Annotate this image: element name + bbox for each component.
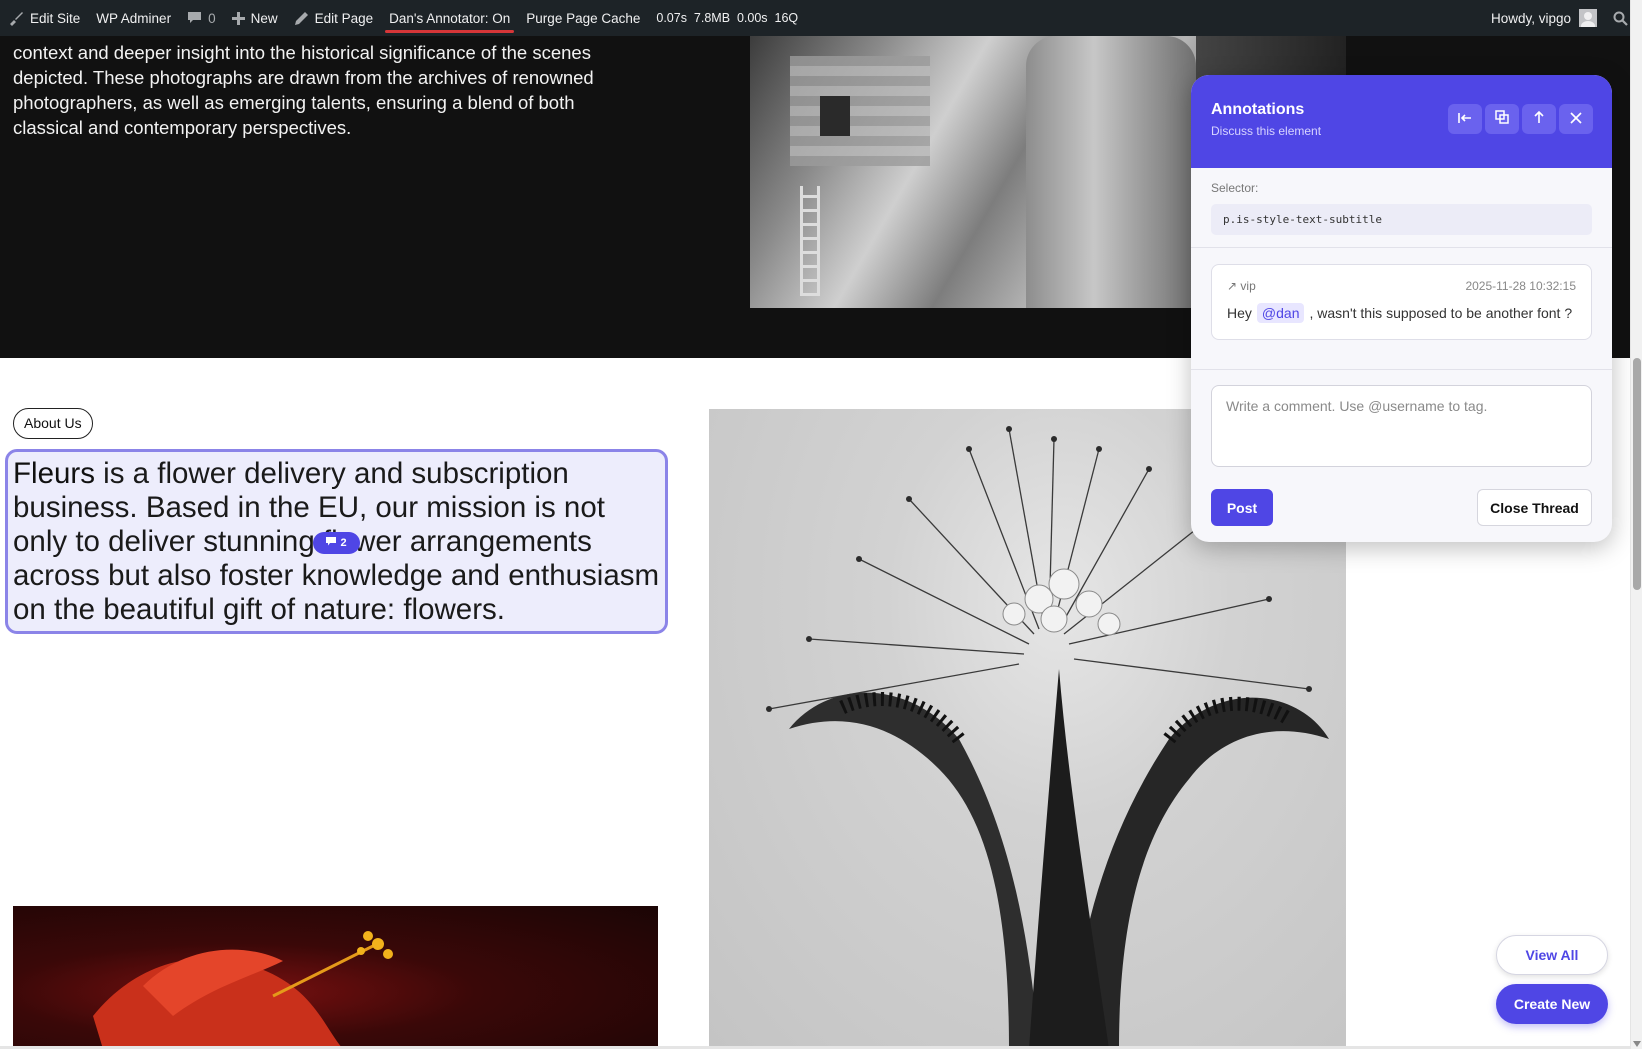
wp-adminer-label: WP Adminer [96,10,172,26]
about-us-pill: About Us [13,408,93,439]
comment-body: Hey @dan , wasn't this supposed to be an… [1227,303,1572,323]
divider [1191,369,1612,370]
divider [1191,247,1612,248]
scroll-down-arrow-icon[interactable] [1633,1041,1641,1047]
comments-count: 0 [208,10,216,26]
external-link-icon: ↗ [1227,279,1238,293]
pencil-icon [294,11,309,26]
page-scrollbar[interactable] [1630,0,1642,1049]
annotator-label: Dan's Annotator: On [389,10,511,26]
user-mention[interactable]: @dan [1256,303,1305,323]
annotations-panel: Annotations Discuss this element Selecto… [1191,75,1612,542]
wp-adminer-link[interactable]: WP Adminer [88,0,179,36]
selector-value[interactable]: p.is-style-text-subtitle [1211,204,1592,235]
copy-icon [1495,110,1509,128]
account-menu[interactable]: Howdy, vipgo [1483,0,1605,36]
view-all-button[interactable]: View All [1496,935,1608,975]
selector-label: Selector: [1211,181,1259,195]
comment-count: 2 [340,537,347,549]
howdy-label: Howdy, vipgo [1490,10,1571,26]
brand-name: Fleurs [13,457,95,490]
new-label: New [250,10,278,26]
comment-author-name: vip [1240,279,1256,293]
comment-bubble-icon [187,11,202,25]
comment-count-badge[interactable]: 2 [313,532,360,554]
new-content-link[interactable]: New [224,0,286,36]
close-thread-button[interactable]: Close Thread [1477,489,1592,526]
copy-selector-button[interactable] [1485,104,1519,134]
purge-cache-link[interactable]: Purge Page Cache [518,0,648,36]
edit-site-label: Edit Site [30,10,81,26]
admin-bar: Edit Site WP Adminer 0 New Edit Page Dan… [0,0,1642,36]
edit-page-link[interactable]: Edit Page [286,0,382,36]
query-stats[interactable]: 0.07s 7.8MB 0.00s 16Q [648,0,806,36]
comment-timestamp: 2025-11-28 10:32:15 [1465,279,1576,293]
hibiscus-photo [13,906,658,1049]
intro-paragraph: context and deeper insight into the hist… [13,42,594,138]
create-new-button[interactable]: Create New [1496,984,1608,1024]
arrow-up-icon [1533,110,1545,128]
comment-card: ↗ vip 2025-11-28 10:32:15 Hey @dan , was… [1211,264,1592,340]
edit-page-label: Edit Page [314,10,374,26]
comment-text-end: , wasn't this supposed to be another fon… [1309,305,1573,321]
annotator-toggle[interactable]: Dan's Annotator: On [381,0,518,36]
comment-text-start: Hey [1227,305,1252,321]
avatar [1579,9,1597,27]
purge-cache-label: Purge Page Cache [526,10,641,26]
dock-left-button[interactable] [1448,104,1482,134]
brush-icon [8,10,24,26]
search-icon [1613,11,1628,26]
close-panel-button[interactable] [1559,104,1593,134]
comments-link[interactable]: 0 [179,0,224,36]
close-icon [1570,111,1582,128]
comment-author[interactable]: ↗ vip [1227,279,1256,293]
chat-bubble-icon [326,537,337,549]
plus-icon [231,11,245,25]
query-stats-label: 0.07s 7.8MB 0.00s 16Q [656,11,799,25]
panel-header: Annotations Discuss this element [1191,75,1612,168]
scrollbar-thumb[interactable] [1633,358,1641,590]
scroll-to-element-button[interactable] [1522,104,1556,134]
collapse-left-icon [1458,111,1472,128]
edit-site-link[interactable]: Edit Site [0,0,88,36]
post-button[interactable]: Post [1211,489,1273,526]
comment-input[interactable] [1211,385,1592,467]
